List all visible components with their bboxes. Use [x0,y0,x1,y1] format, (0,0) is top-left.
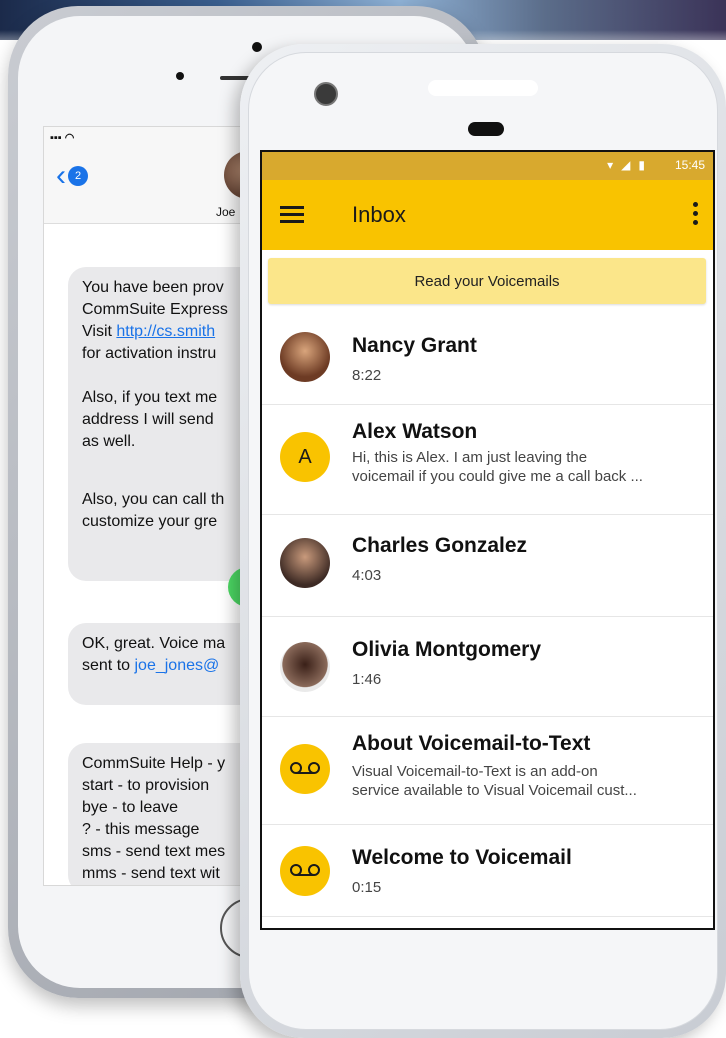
iphone-camera [176,72,184,80]
back-button[interactable]: ‹ 2 [56,161,88,191]
read-voicemails-button[interactable]: Read your Voicemails [268,258,706,304]
voicemail-duration: 0:15 [352,879,382,896]
android-screen: ▾◢▮ 15:45 Inbox Read your Voicemails Nan… [260,150,715,930]
activation-link[interactable]: http://cs.smith [116,323,215,340]
email-link[interactable]: joe_jones@ [134,657,219,674]
android-camera [314,82,338,106]
ios-status-icons: ▪▪▪ ◠ [50,132,75,144]
voicemail-item[interactable]: Olivia Montgomery 1:46 [262,616,713,717]
chevron-left-icon: ‹ [56,159,66,192]
avatar [280,642,330,692]
item-title: Welcome to Voicemail [352,846,572,869]
avatar [280,538,330,588]
item-preview: Visual Voicemail-to-Text is an add-on se… [352,763,637,799]
voicemail-duration: 8:22 [352,367,382,384]
voicemail-item[interactable]: A Alex Watson Hi, this is Alex. I am jus… [262,404,713,515]
more-options-icon[interactable] [693,202,699,226]
voicemail-item[interactable]: About Voicemail-to-Text Visual Voicemail… [262,716,713,825]
caller-name: Nancy Grant [352,334,477,357]
voicemail-icon [280,744,330,794]
message-text: CommSuite Help - y start - to provision … [82,755,226,882]
unread-badge: 2 [68,166,88,186]
voicemail-item[interactable]: Nancy Grant 8:22 [262,312,713,405]
page-title: Inbox [352,202,406,227]
caller-name: Alex Watson [352,420,478,443]
status-time: 15:45 [674,158,705,172]
caller-name: Olivia Montgomery [352,638,542,661]
voicemail-item[interactable]: Welcome to Voicemail 0:15 [262,824,713,917]
avatar: A [280,432,330,482]
android-speaker-grille [428,80,538,96]
iphone-sensor [252,42,262,52]
voicemail-item[interactable]: Charles Gonzalez 4:03 [262,514,713,617]
voicemail-duration: 1:46 [352,671,382,688]
caller-name: Charles Gonzalez [352,534,528,557]
android-device: ▾◢▮ 15:45 Inbox Read your Voicemails Nan… [240,44,726,1038]
contact-name: Joe [216,205,236,219]
voicemail-preview: Hi, this is Alex. I am just leaving the … [352,449,643,485]
status-bar: ▾◢▮ 15:45 [262,152,713,180]
item-title: About Voicemail-to-Text [352,732,591,755]
message-text: for activation instru Also, if you text … [82,345,218,450]
message-text: Also, you can call th customize your gre [82,491,225,530]
status-icons: ▾◢▮ [607,158,653,172]
avatar [280,332,330,382]
android-earpiece [468,122,504,136]
voicemail-duration: 4:03 [352,567,382,584]
hamburger-menu-icon[interactable] [280,202,304,228]
voicemail-icon [280,846,330,896]
app-bar: Inbox [262,180,713,250]
